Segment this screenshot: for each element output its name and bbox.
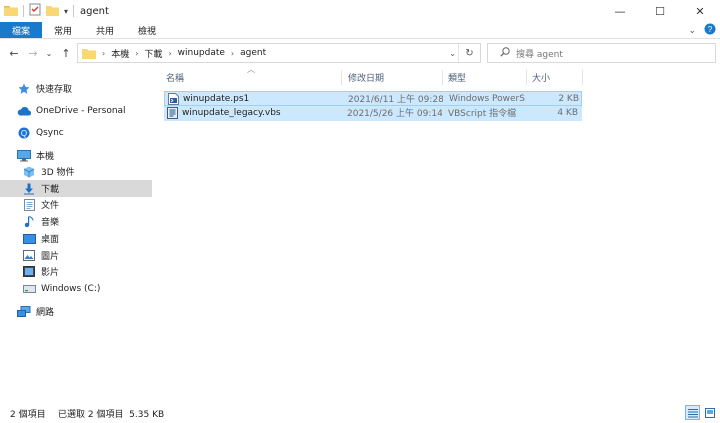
recent-locations-button[interactable]: ⌄	[40, 43, 58, 63]
details-view-icon[interactable]	[685, 405, 700, 420]
sidebar-item-onedrive[interactable]: OneDrive - Personal	[0, 102, 152, 119]
column-header-name[interactable]: 名稱	[166, 68, 341, 86]
up-button[interactable]: ↑	[57, 43, 75, 63]
file-row[interactable]: winupdate.ps1 2021/6/11 上午 09:28 Windows…	[164, 91, 582, 106]
chevron-right-icon[interactable]: ›	[231, 49, 234, 58]
file-date: 2021/5/26 上午 09:14	[347, 109, 442, 119]
search-input[interactable]: 搜尋 agent	[487, 43, 716, 63]
sidebar-item-quick-access[interactable]: 快速存取	[0, 80, 152, 97]
help-icon[interactable]: ?	[704, 23, 716, 38]
chevron-right-icon[interactable]: ›	[168, 49, 171, 58]
drive-icon	[22, 282, 36, 296]
chevron-right-icon[interactable]: ›	[135, 49, 138, 58]
chevron-right-icon[interactable]: ›	[102, 49, 105, 58]
status-item-count: 2 個項目	[10, 410, 46, 420]
folder-icon	[4, 4, 18, 19]
column-header-size[interactable]: 大小	[532, 68, 582, 86]
folder-icon	[82, 47, 96, 59]
pictures-icon	[22, 249, 36, 263]
navigation-pane: 快速存取 OneDrive - Personal Q Qsync 本機 3D 物…	[0, 68, 152, 398]
sidebar-item-documents[interactable]: 文件	[0, 196, 152, 213]
minimize-button[interactable]: —	[600, 0, 640, 22]
breadcrumb-agent[interactable]: agent	[240, 48, 266, 58]
file-size: 4 KB	[557, 107, 578, 118]
svg-text:Q: Q	[21, 129, 27, 138]
star-icon	[17, 82, 31, 96]
close-button[interactable]: ✕	[680, 0, 720, 22]
ribbon-tabs: 檔案 常用 共用 檢視 ⌄ ?	[0, 22, 720, 39]
sidebar-item-qsync[interactable]: Q Qsync	[0, 124, 152, 141]
music-icon	[22, 215, 36, 229]
tab-file[interactable]: 檔案	[0, 22, 43, 38]
address-dropdown-icon[interactable]: ⌄	[449, 44, 456, 62]
column-header-type[interactable]: 類型	[448, 68, 528, 86]
sidebar-item-music[interactable]: 音樂	[0, 213, 152, 230]
navigation-bar: ← → ⌄ ↑ › 本機 › 下載 › winupdate › agent ⌄ ↻ 搜尋…	[0, 40, 720, 66]
column-header-date[interactable]: 修改日期	[348, 68, 438, 86]
powershell-file-icon	[168, 92, 182, 105]
breadcrumb-computer[interactable]: 本機	[111, 47, 129, 60]
computer-icon	[17, 149, 31, 163]
file-size: 2 KB	[558, 93, 579, 104]
refresh-icon[interactable]: ↻	[458, 44, 480, 62]
sidebar-item-this-pc[interactable]: 本機	[0, 147, 152, 164]
status-bar: 2 個項目 已選取 2 個項目 5.35 KB	[0, 404, 720, 423]
videos-icon	[22, 265, 36, 279]
large-icons-view-icon[interactable]	[702, 405, 717, 420]
qsync-icon: Q	[17, 126, 31, 140]
back-button[interactable]: ←	[5, 43, 23, 63]
expand-ribbon-icon[interactable]: ⌄	[688, 26, 696, 36]
title-bar: ▾ agent — ☐ ✕	[0, 0, 720, 22]
address-bar[interactable]: › 本機 › 下載 › winupdate › agent ⌄ ↻	[77, 43, 481, 63]
status-selection: 已選取 2 個項目 5.35 KB	[58, 410, 165, 420]
file-type: VBScript 指令檔	[448, 109, 517, 119]
sidebar-item-drive-c[interactable]: Windows (C:)	[0, 280, 152, 297]
sidebar-item-desktop[interactable]: 桌面	[0, 230, 152, 247]
sidebar-item-downloads[interactable]: 下載	[0, 180, 152, 197]
cube-icon	[22, 165, 36, 179]
file-date: 2021/6/11 上午 09:28	[348, 95, 443, 105]
vbscript-file-icon	[167, 106, 181, 119]
maximize-button[interactable]: ☐	[640, 0, 680, 22]
file-type: Windows PowerS...	[449, 93, 526, 104]
quick-access-toolbar: ▾	[0, 3, 75, 19]
breadcrumb-winupdate[interactable]: winupdate	[178, 48, 225, 58]
properties-icon[interactable]	[29, 3, 41, 19]
network-icon	[17, 305, 31, 319]
tab-share[interactable]: 共用	[84, 22, 126, 38]
svg-text:?: ?	[708, 25, 713, 34]
cloud-icon	[17, 104, 31, 118]
column-headers: 名稱 修改日期 類型 大小	[163, 68, 583, 86]
breadcrumb-downloads[interactable]: 下載	[144, 47, 162, 60]
desktop-icon	[22, 232, 36, 246]
file-name: winupdate.ps1	[183, 93, 250, 104]
sidebar-item-pictures[interactable]: 圖片	[0, 247, 152, 264]
search-placeholder: 搜尋 agent	[516, 49, 563, 60]
customize-toolbar-icon[interactable]: ▾	[64, 7, 68, 16]
sidebar-item-network[interactable]: 網路	[0, 303, 152, 320]
download-icon	[22, 182, 36, 196]
tab-view[interactable]: 檢視	[126, 22, 168, 38]
search-icon	[500, 46, 510, 60]
new-folder-icon[interactable]	[46, 4, 59, 19]
file-row[interactable]: winupdate_legacy.vbs 2021/5/26 上午 09:14 …	[164, 106, 582, 121]
window-title: agent	[80, 5, 109, 17]
document-icon	[22, 198, 36, 212]
sidebar-item-3d-objects[interactable]: 3D 物件	[0, 163, 152, 180]
sidebar-item-videos[interactable]: 影片	[0, 263, 152, 280]
tab-home[interactable]: 常用	[42, 22, 84, 38]
file-name: winupdate_legacy.vbs	[182, 107, 281, 118]
